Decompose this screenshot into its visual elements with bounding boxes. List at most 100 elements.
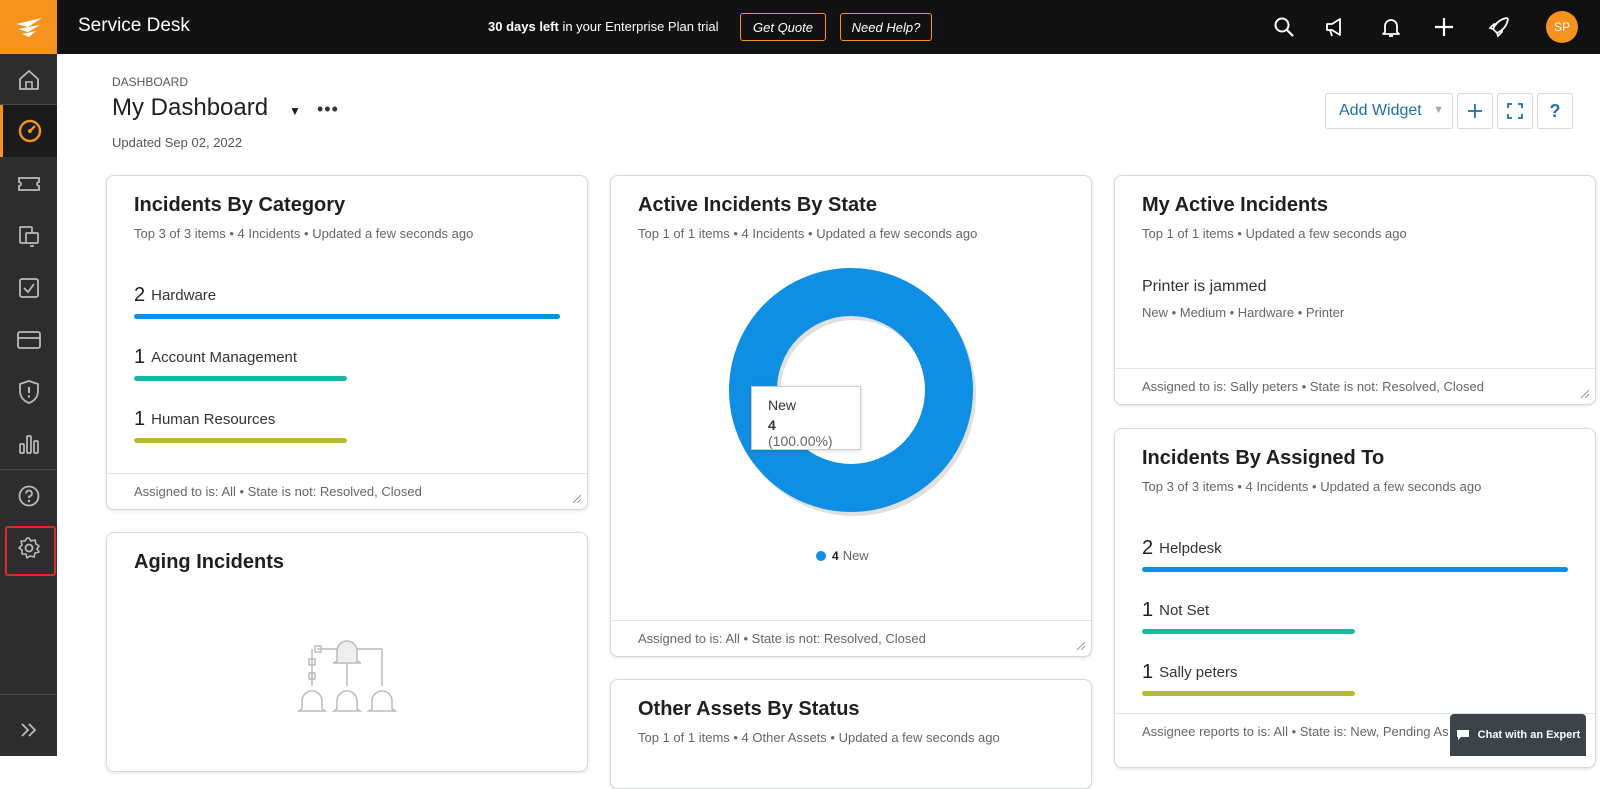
resize-handle-icon[interactable] bbox=[1579, 388, 1589, 398]
bar-count: 1 bbox=[134, 346, 146, 368]
assets-icon bbox=[18, 226, 39, 247]
resize-handle-icon[interactable] bbox=[1075, 640, 1085, 650]
widget-title: Incidents By Assigned To bbox=[1142, 447, 1385, 469]
updated-timestamp: Updated Sep 02, 2022 bbox=[112, 135, 243, 150]
top-bar: Service Desk 30 days left in your Enterp… bbox=[0, 0, 1600, 54]
bell-icon[interactable] bbox=[1377, 13, 1405, 41]
sidebar-item-security[interactable] bbox=[0, 366, 57, 418]
incident-title-link[interactable]: Printer is jammed bbox=[1142, 278, 1266, 296]
bar-label: Human Resources bbox=[151, 411, 276, 428]
resize-handle-icon[interactable] bbox=[571, 493, 581, 503]
bar-label: Account Management bbox=[151, 349, 298, 366]
bar-count: 1 bbox=[134, 408, 146, 430]
more-options-icon[interactable]: ••• bbox=[317, 99, 339, 120]
shield-icon bbox=[18, 380, 39, 404]
ticket-icon bbox=[17, 177, 40, 191]
bar-fill bbox=[1142, 691, 1355, 696]
sidebar-item-home[interactable] bbox=[0, 54, 57, 106]
fullscreen-icon bbox=[1507, 103, 1523, 119]
tooltip-count: 4 bbox=[768, 417, 776, 433]
widget-title: My Active Incidents bbox=[1142, 194, 1328, 216]
widget-footer: Assigned to is: Sally peters • State is … bbox=[1115, 368, 1595, 404]
widget-footer: Assigned to is: All • State is not: Reso… bbox=[107, 473, 587, 509]
bar-list-item[interactable]: 1 Not Set bbox=[1142, 599, 1209, 622]
checkbox-icon bbox=[18, 278, 39, 298]
bar-count: 2 bbox=[134, 284, 146, 306]
bar-count: 2 bbox=[1142, 537, 1154, 559]
bar-list-item[interactable]: 2 Helpdesk bbox=[1142, 537, 1222, 560]
bar-label: Sally peters bbox=[1159, 664, 1238, 681]
chart-tooltip: New 4 (100.00%) bbox=[751, 386, 861, 450]
bar-label: Hardware bbox=[151, 287, 217, 304]
trial-days: 30 days left bbox=[488, 19, 559, 34]
bar-count: 1 bbox=[1142, 661, 1154, 683]
bar-list-item[interactable]: 2 Hardware bbox=[134, 284, 216, 307]
sidebar-item-reports[interactable] bbox=[0, 418, 57, 470]
sidebar-item-tasks[interactable] bbox=[0, 262, 57, 314]
app-title: Service Desk bbox=[78, 15, 190, 36]
double-chevron-right-icon bbox=[20, 723, 36, 737]
widget-active-incidents-by-state: Active Incidents By State Top 1 of 1 ite… bbox=[610, 175, 1092, 657]
bar-list-item[interactable]: 1 Account Management bbox=[134, 346, 297, 369]
chat-label: Chat with an Expert bbox=[1477, 729, 1581, 741]
tooltip-percent: (100.00%) bbox=[768, 433, 833, 449]
sidebar-item-dashboard[interactable] bbox=[0, 105, 57, 157]
question-mark-icon: ? bbox=[1549, 100, 1561, 121]
sidebar bbox=[0, 54, 57, 756]
bar-fill bbox=[1142, 567, 1568, 572]
add-widget-label: Add Widget bbox=[1339, 102, 1422, 119]
bar-label: Helpdesk bbox=[1159, 540, 1222, 557]
legend-label: New bbox=[842, 548, 869, 563]
widget-title: Active Incidents By State bbox=[638, 194, 877, 216]
tooltip-label: New bbox=[768, 397, 797, 413]
widget-subtitle: Top 1 of 1 items • 4 Other Assets • Upda… bbox=[638, 730, 1000, 745]
legend-count: 4 bbox=[832, 548, 839, 563]
get-quote-button[interactable]: Get Quote bbox=[740, 13, 826, 41]
widget-my-active-incidents: My Active Incidents Top 1 of 1 items • U… bbox=[1114, 175, 1596, 405]
help-button[interactable]: ? bbox=[1537, 93, 1573, 129]
widget-aging-incidents: Aging Incidents bbox=[106, 532, 588, 772]
widget-incidents-by-category: Incidents By Category Top 3 of 3 items •… bbox=[106, 175, 588, 510]
chart-legend[interactable]: 4 New bbox=[816, 548, 869, 563]
dashboard-gauge-icon bbox=[18, 119, 42, 143]
plus-icon bbox=[1468, 104, 1482, 118]
search-icon[interactable] bbox=[1270, 13, 1298, 41]
sidebar-item-settings[interactable] bbox=[0, 522, 57, 576]
trial-text: in your Enterprise Plan trial bbox=[558, 19, 719, 34]
add-button[interactable] bbox=[1457, 93, 1493, 129]
bar-fill bbox=[134, 376, 347, 381]
avatar[interactable]: SP bbox=[1546, 11, 1578, 43]
solarwinds-logo[interactable] bbox=[0, 0, 57, 54]
breadcrumb: DASHBOARD bbox=[112, 75, 189, 89]
incident-meta: New • Medium • Hardware • Printer bbox=[1142, 305, 1345, 320]
widget-title: Incidents By Category bbox=[134, 194, 346, 216]
sidebar-item-help[interactable] bbox=[0, 470, 57, 522]
home-icon bbox=[18, 70, 39, 90]
announcement-icon[interactable] bbox=[1320, 13, 1348, 41]
chevron-down-icon: ▼ bbox=[1433, 104, 1444, 116]
sidebar-item-tickets[interactable] bbox=[0, 158, 57, 210]
logo-icon bbox=[15, 18, 42, 37]
need-help-button[interactable]: Need Help? bbox=[840, 13, 932, 41]
fullscreen-button[interactable] bbox=[1497, 93, 1533, 129]
sidebar-expand-button[interactable] bbox=[0, 704, 57, 756]
legend-dot bbox=[816, 550, 826, 561]
plus-icon[interactable] bbox=[1430, 13, 1458, 41]
gear-icon bbox=[17, 537, 40, 559]
rocket-icon[interactable] bbox=[1485, 13, 1513, 41]
trial-notice: 30 days left in your Enterprise Plan tri… bbox=[488, 19, 719, 34]
page-title: My Dashboard bbox=[112, 94, 269, 121]
bar-label: Not Set bbox=[1159, 602, 1210, 619]
add-widget-button[interactable]: Add Widget ▼ bbox=[1325, 93, 1453, 129]
sidebar-item-assets[interactable] bbox=[0, 210, 57, 262]
bar-list-item[interactable]: 1 Sally peters bbox=[1142, 661, 1238, 684]
bar-list-item[interactable]: 1 Human Resources bbox=[134, 408, 275, 431]
widget-subtitle: Top 1 of 1 items • 4 Incidents • Updated… bbox=[638, 226, 978, 241]
widget-title: Aging Incidents bbox=[134, 551, 284, 573]
widget-other-assets-by-status: Other Assets By Status Top 1 of 1 items … bbox=[610, 679, 1092, 789]
sidebar-item-billing[interactable] bbox=[0, 314, 57, 366]
chat-with-expert-button[interactable]: Chat with an Expert bbox=[1450, 714, 1586, 756]
widget-subtitle: Top 3 of 3 items • 4 Incidents • Updated… bbox=[1142, 479, 1482, 494]
dashboard-dropdown-caret-icon[interactable]: ▼ bbox=[289, 104, 301, 118]
widget-title: Other Assets By Status bbox=[638, 698, 860, 720]
